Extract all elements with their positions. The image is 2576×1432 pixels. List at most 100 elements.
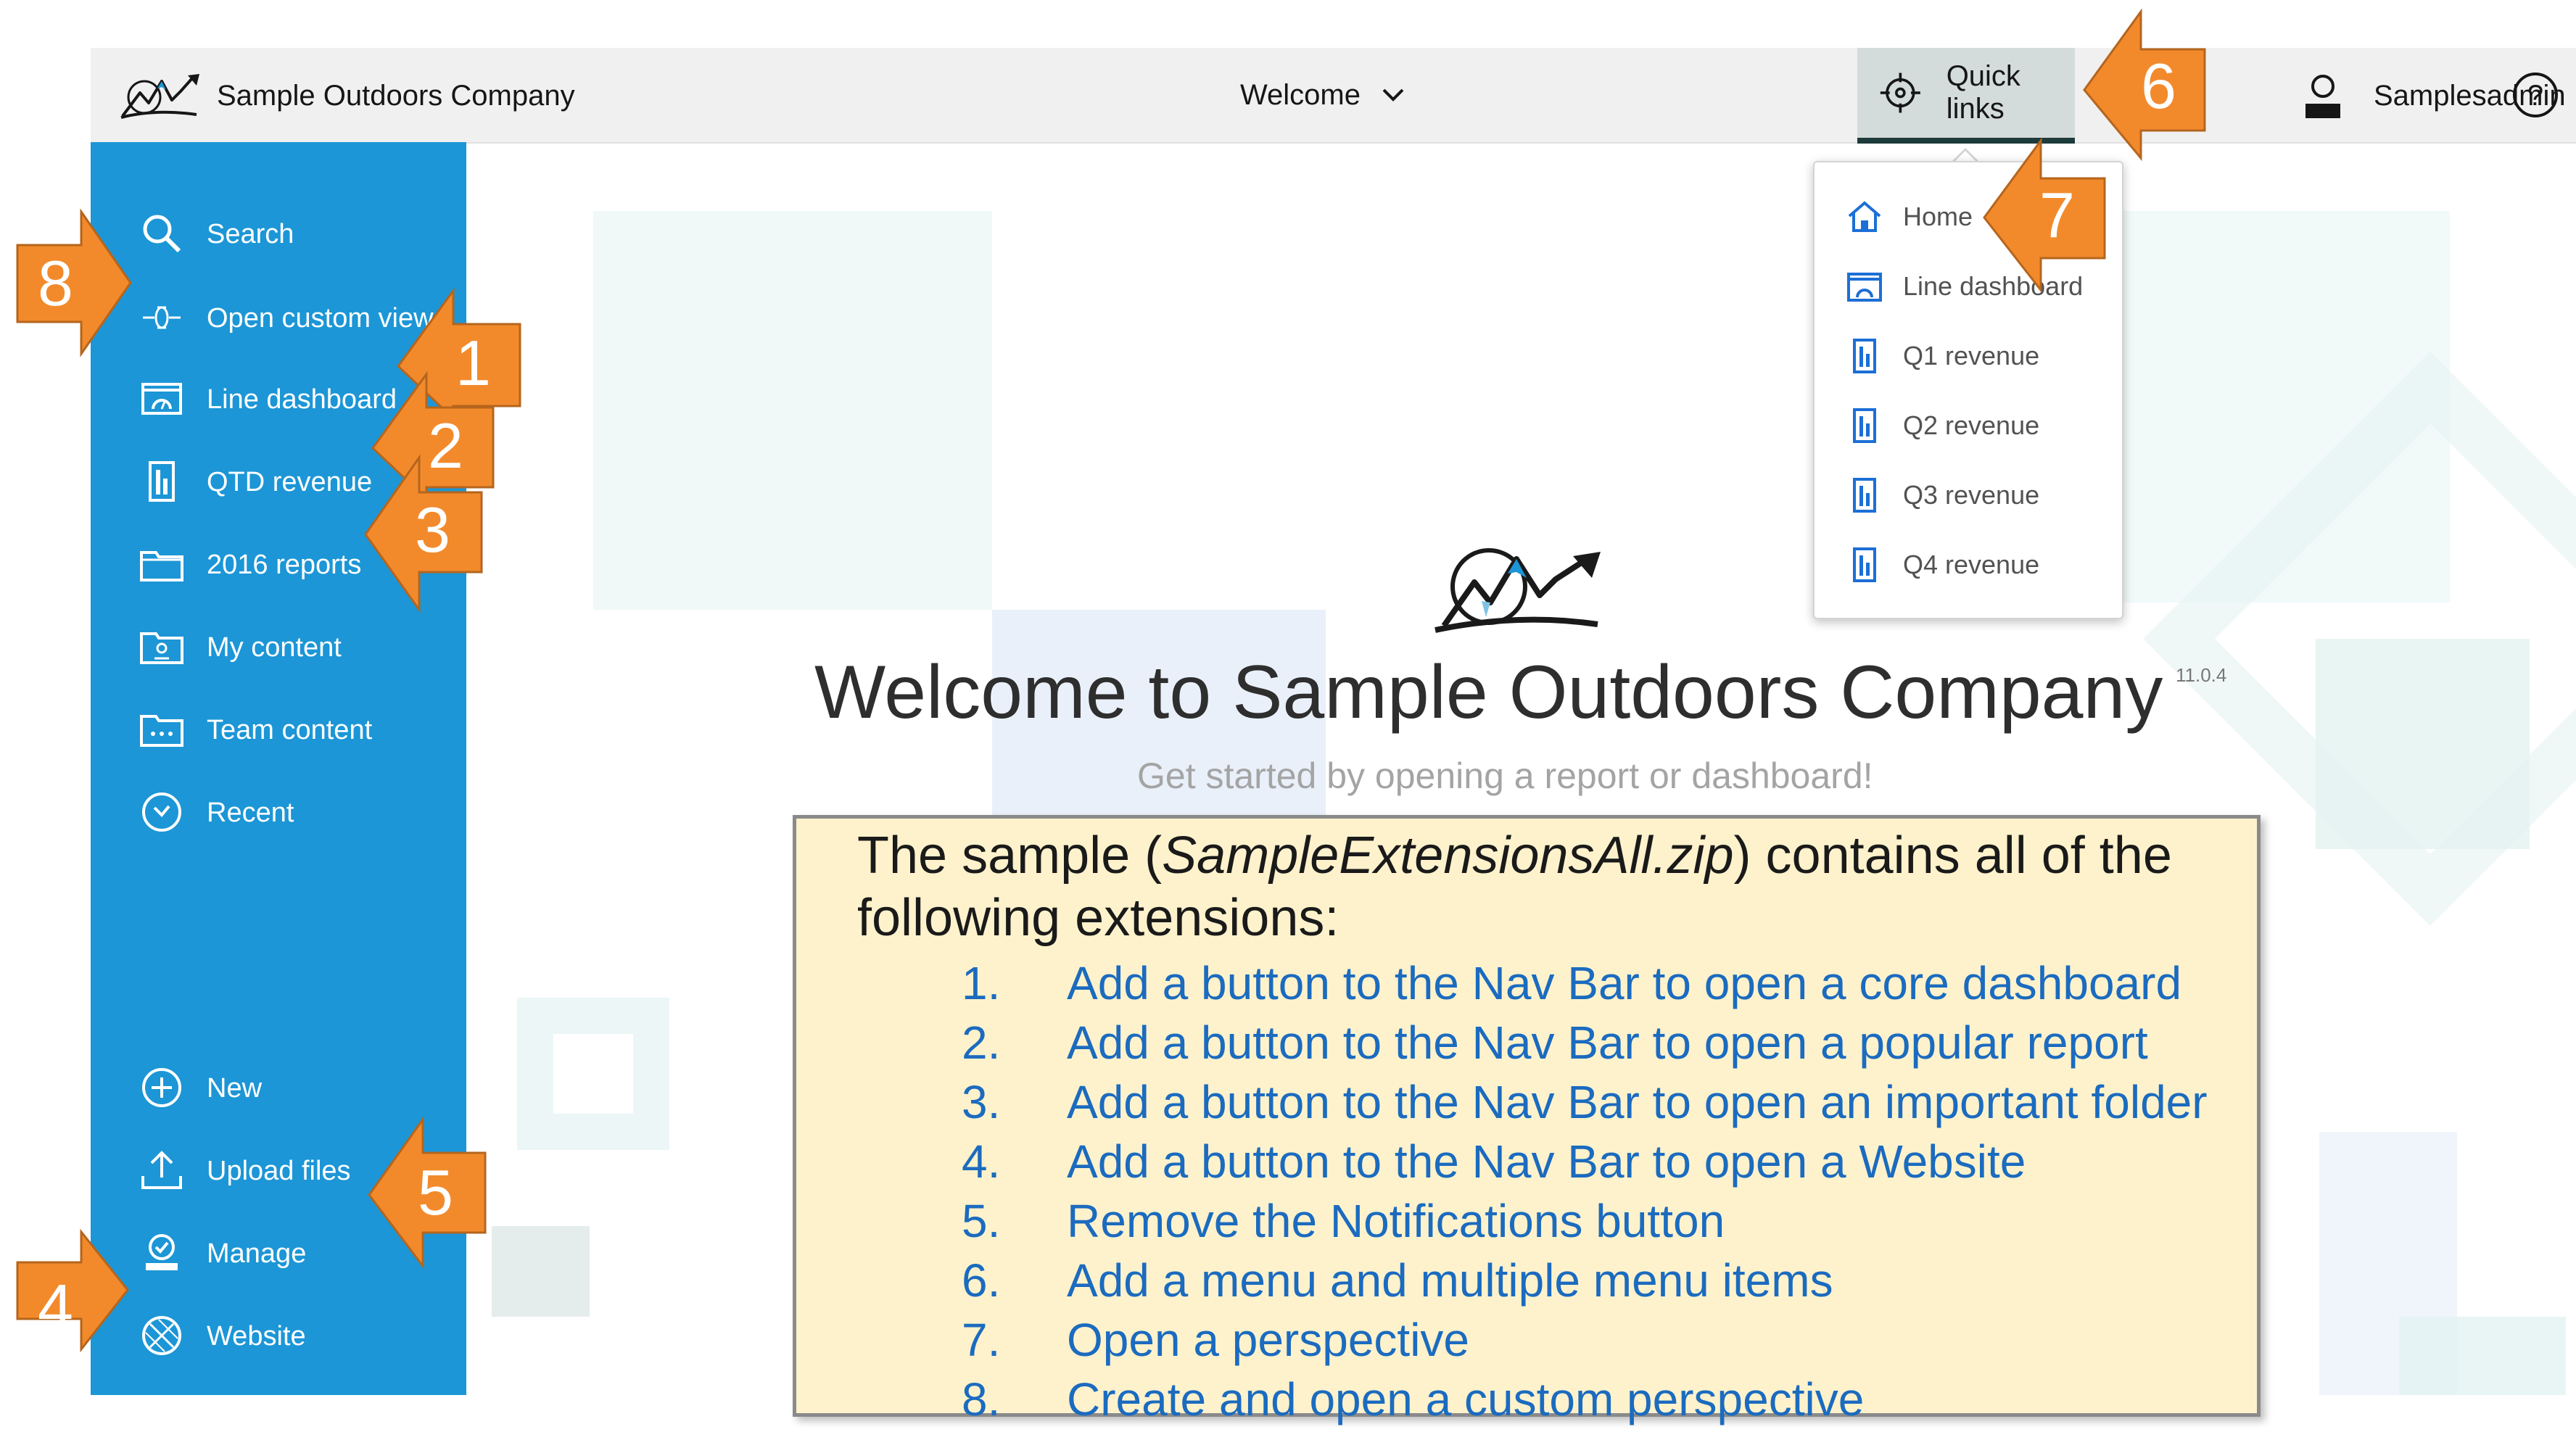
version-label: 11.0.4 xyxy=(2176,664,2227,686)
quick-link-q4-revenue[interactable]: Q4 revenue xyxy=(1815,532,2122,597)
sidebar-item-label: New xyxy=(207,1073,263,1104)
annotation-number: 3 xyxy=(415,494,450,566)
manage-icon xyxy=(140,1231,183,1275)
report-icon xyxy=(140,460,183,503)
help-icon[interactable]: ? xyxy=(2510,70,2561,120)
sidebar-item-new[interactable]: New xyxy=(91,1051,466,1124)
team-content-icon xyxy=(140,708,183,751)
list-item-text: Add a button to the Nav Bar to open a We… xyxy=(1067,1135,2026,1188)
folder-icon xyxy=(140,542,183,586)
report-icon xyxy=(1846,338,1883,374)
list-item-number: 5. xyxy=(962,1195,1001,1247)
list-item-number: 2. xyxy=(962,1017,1001,1069)
list-item-text: Add a button to the Nav Bar to open a po… xyxy=(1067,1017,2148,1069)
my-content-icon xyxy=(140,625,183,669)
company-logo-icon xyxy=(1434,548,1601,633)
sidebar-item-team-content[interactable]: Team content xyxy=(91,693,466,766)
annotation-number: 7 xyxy=(2039,179,2075,251)
list-item: 8. Create and open a custom perspective xyxy=(796,1373,2257,1432)
callout-intro-filename: SampleExtensionsAll.zip xyxy=(1162,827,1734,885)
list-item-text: Remove the Notifications button xyxy=(1067,1195,1725,1247)
list-item-number: 1. xyxy=(962,957,1001,1009)
dashboard-icon xyxy=(140,377,183,421)
svg-text:?: ? xyxy=(2527,80,2543,112)
background-shape xyxy=(2399,1317,2566,1395)
sidebar-item-label: Recent xyxy=(207,798,294,828)
globe-icon xyxy=(140,1314,183,1357)
quick-link-label: Q1 revenue xyxy=(1903,341,2040,371)
quick-link-label: Home xyxy=(1903,202,1973,231)
quick-link-q1-revenue[interactable]: Q1 revenue xyxy=(1815,323,2122,389)
brand[interactable]: Sample Outdoors Company xyxy=(120,67,575,125)
sidebar-item-label: My content xyxy=(207,632,342,663)
sidebar-item-label: Search xyxy=(207,219,294,249)
list-item-number: 8. xyxy=(962,1373,1001,1425)
list-item-number: 3. xyxy=(962,1076,1001,1128)
user-icon xyxy=(2305,75,2340,118)
list-item-text: Add a button to the Nav Bar to open a co… xyxy=(1067,957,2182,1009)
brand-name: Sample Outdoors Company xyxy=(217,79,575,112)
list-item: 5. Remove the Notifications button xyxy=(796,1194,2257,1254)
sidebar-item-label: Team content xyxy=(207,715,373,745)
list-item-text: Open a perspective xyxy=(1067,1314,1469,1366)
custom-view-icon xyxy=(140,296,183,339)
annotation-number: 8 xyxy=(38,247,73,319)
sidebar-item-label: Upload files xyxy=(207,1156,351,1186)
list-item: 2. Add a button to the Nav Bar to open a … xyxy=(796,1016,2257,1075)
search-icon xyxy=(140,212,183,255)
chevron-down-icon xyxy=(1382,88,1404,102)
callout-intro-prefix: The sample ( xyxy=(857,827,1163,885)
quick-link-q2-revenue[interactable]: Q2 revenue xyxy=(1815,393,2122,458)
sidebar-item-label: 2016 reports xyxy=(207,550,362,580)
background-shape xyxy=(492,1226,590,1317)
quick-links-label: Quick links xyxy=(1946,60,2020,125)
background-shape xyxy=(517,998,669,1150)
mountain-logo-icon xyxy=(120,74,199,119)
extensions-callout: The sample (SampleExtensionsAll.zip) con… xyxy=(793,815,2261,1425)
welcome-menu[interactable]: Welcome xyxy=(1240,70,1405,120)
crosshair-icon xyxy=(1880,73,1920,113)
list-item: 3. Add a button to the Nav Bar to open an… xyxy=(796,1075,2257,1135)
sidebar-item-website[interactable]: Website xyxy=(91,1299,466,1372)
list-item-text: Create and open a custom perspective xyxy=(1067,1373,1865,1425)
list-item-text: Add a menu and multiple menu items xyxy=(1067,1254,1833,1307)
upload-icon xyxy=(140,1149,183,1192)
annotation-number: 6 xyxy=(2141,50,2176,122)
list-item: 1. Add a button to the Nav Bar to open a … xyxy=(796,956,2257,1016)
report-icon xyxy=(1846,407,1883,444)
sidebar-item-label: Line dashboard xyxy=(207,384,397,415)
quick-link-label: Q2 revenue xyxy=(1903,410,2040,440)
sidebar-item-recent[interactable]: Recent xyxy=(91,776,466,848)
list-item: 6. Add a menu and multiple menu items xyxy=(796,1254,2257,1313)
callout-intro: The sample (SampleExtensionsAll.zip) con… xyxy=(857,824,2221,949)
page-subtitle: Get started by opening a report or dashb… xyxy=(1137,756,1873,796)
list-item: 4. Add a button to the Nav Bar to open a … xyxy=(796,1135,2257,1194)
quick-link-label: Q3 revenue xyxy=(1903,480,2040,510)
quick-link-q3-revenue[interactable]: Q3 revenue xyxy=(1815,463,2122,528)
annotation-number: 5 xyxy=(418,1156,453,1228)
list-item-number: 6. xyxy=(962,1254,1001,1307)
plus-circle-icon xyxy=(140,1066,183,1109)
dashboard-icon xyxy=(1846,268,1883,305)
sidebar-item-label: Manage xyxy=(207,1238,307,1269)
annotation-number: 4 xyxy=(38,1271,73,1343)
app-window: Sample Outdoors Company Welcome Quick li… xyxy=(0,0,2576,1425)
sidebar-item-label: Website xyxy=(207,1321,306,1352)
page-title: Welcome to Sample Outdoors Company xyxy=(814,650,2163,734)
sidebar-item-search[interactable]: Search xyxy=(91,197,466,270)
report-icon xyxy=(1846,477,1883,513)
clock-icon xyxy=(140,790,183,834)
annotation-arrow-8 xyxy=(16,209,132,357)
background-shape xyxy=(593,211,992,610)
report-icon xyxy=(1846,547,1883,583)
list-item: 7. Open a perspective xyxy=(796,1313,2257,1373)
sidebar-item-my-content[interactable]: My content xyxy=(91,611,466,683)
list-item-number: 7. xyxy=(962,1314,1001,1366)
quick-link-label: Q4 revenue xyxy=(1903,550,2040,579)
quick-links-button[interactable]: Quick links xyxy=(1857,48,2075,144)
sidebar-item-label: QTD revenue xyxy=(207,467,373,497)
list-item-text: Add a button to the Nav Bar to open an i… xyxy=(1067,1076,2208,1128)
list-item-number: 4. xyxy=(962,1135,1001,1188)
home-icon xyxy=(1846,199,1883,235)
welcome-label: Welcome xyxy=(1240,78,1361,111)
